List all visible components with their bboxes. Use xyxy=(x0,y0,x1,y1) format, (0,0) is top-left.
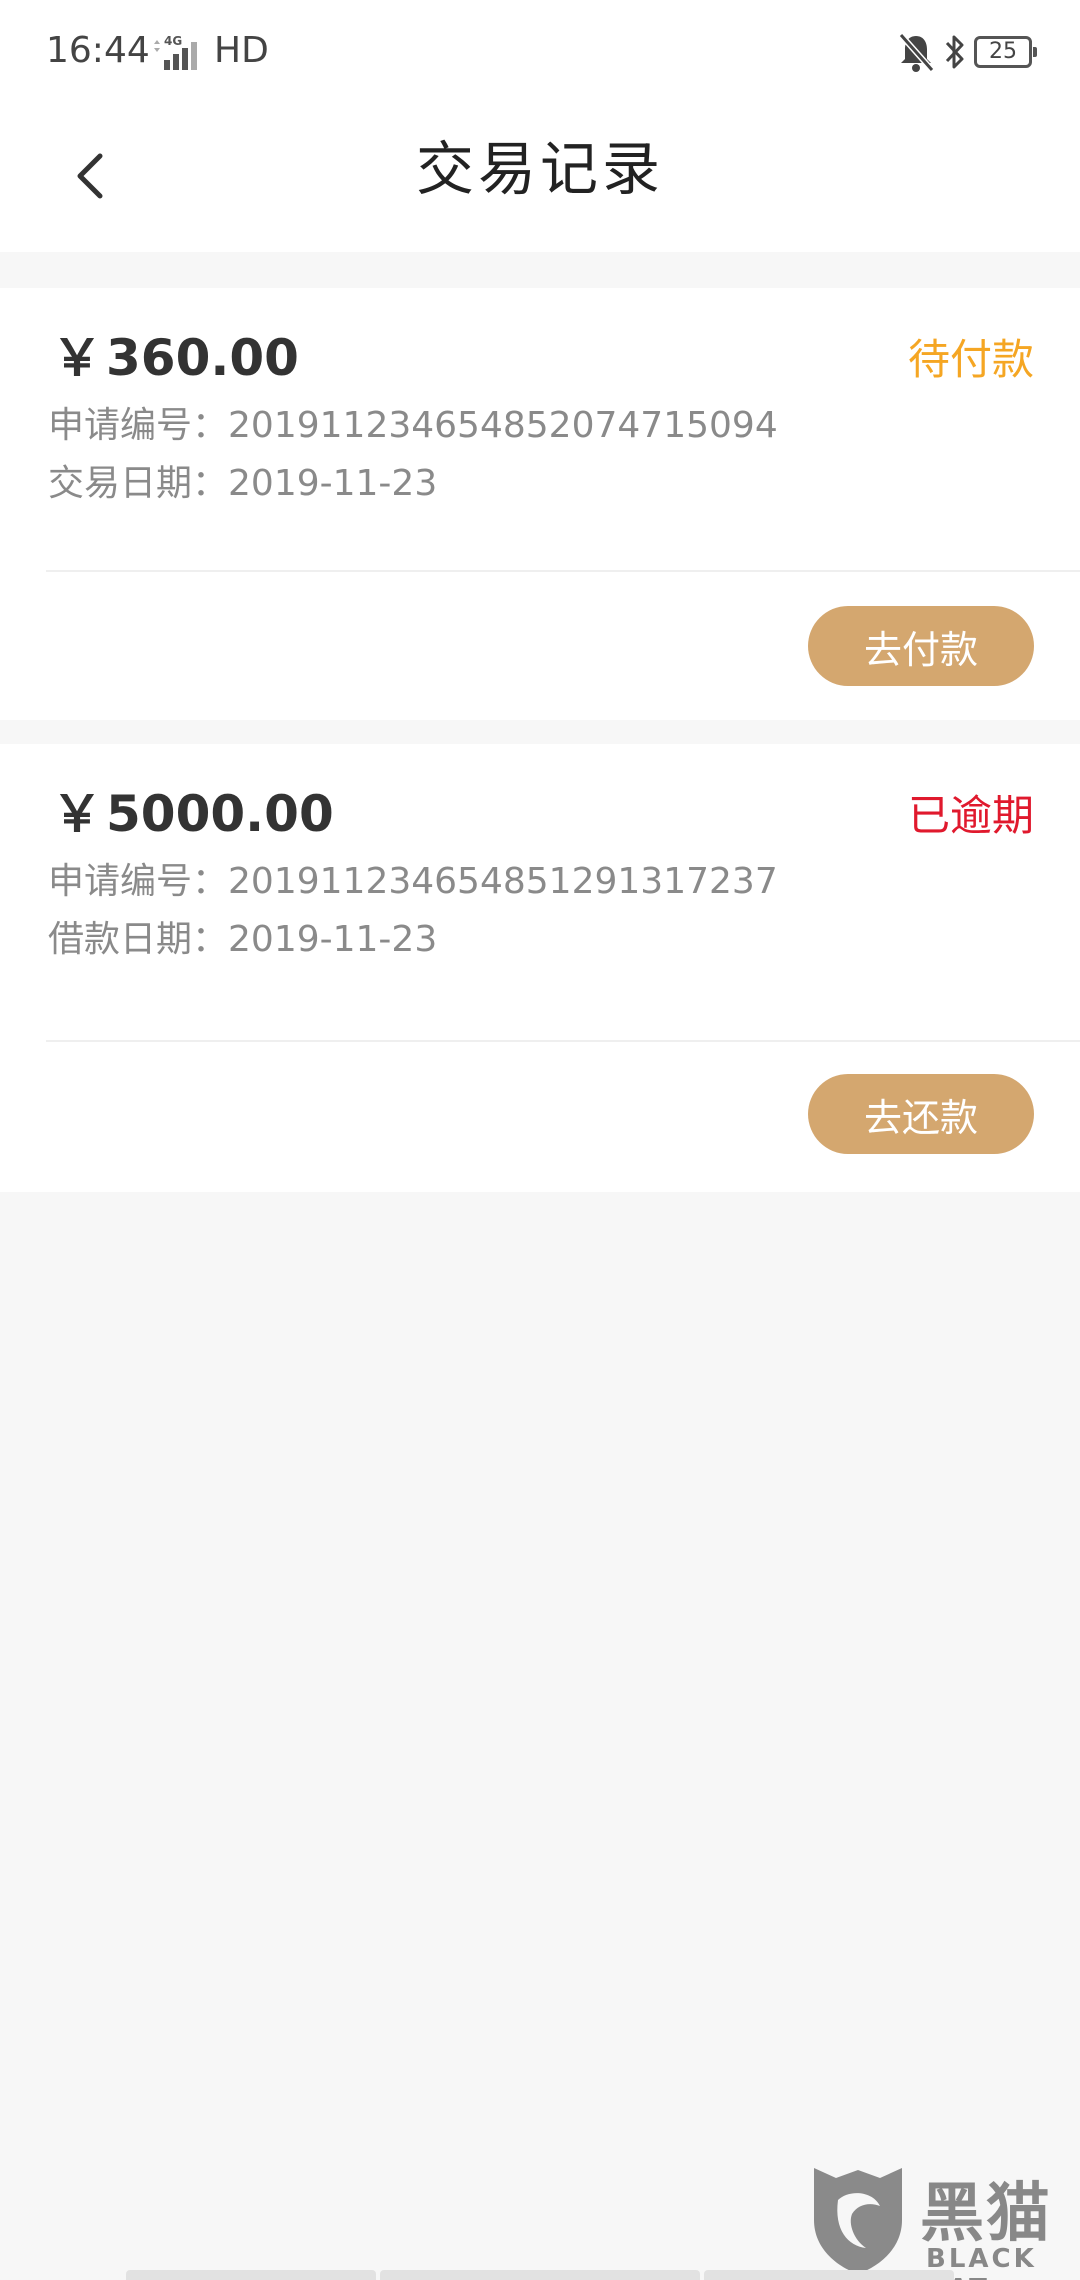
date-row: 借款日期：2019-11-23 xyxy=(48,910,437,962)
status-time: 16:44 xyxy=(46,30,150,71)
bottom-bar xyxy=(380,2270,700,2280)
battery-icon: 25 xyxy=(974,36,1037,68)
status-bar: 16:44 4G HD 25 xyxy=(0,0,1080,110)
hd-indicator: HD xyxy=(214,30,269,71)
date-value: 2019-11-23 xyxy=(228,463,438,504)
currency-symbol: ￥ xyxy=(52,329,102,387)
record-amount: ￥360.00 xyxy=(52,318,299,390)
date-label: 借款日期： xyxy=(48,919,229,960)
date-label: 交易日期： xyxy=(48,463,229,504)
application-id-value: 20191123465485207471509​4 xyxy=(228,405,778,446)
application-id-row: 申请编号：20191123465485207471509​4 xyxy=(48,396,778,448)
status-badge: 已逾期 xyxy=(907,791,1034,840)
currency-symbol: ￥ xyxy=(52,785,102,843)
page-title: 交易记录 xyxy=(415,135,664,203)
application-id-value: 201911234654851291317237 xyxy=(228,861,778,902)
repay-button[interactable]: 去还款 xyxy=(808,1074,1034,1154)
application-id-label: 申请编号： xyxy=(48,861,229,902)
status-badge: 待付款 xyxy=(907,335,1034,384)
amount-value: 360.00 xyxy=(106,329,299,387)
signal-icon: 4G xyxy=(154,34,197,70)
application-id-row: 申请编号：201911234654851291317237 xyxy=(48,852,778,904)
cat-logo-icon xyxy=(814,2168,902,2274)
nav-header: 交易记录 xyxy=(0,110,1080,252)
pay-button[interactable]: 去付款 xyxy=(808,606,1034,686)
svg-text:4G: 4G xyxy=(164,34,182,48)
record-card: ￥5000.00 已逾期 申请编号：2019112346548512913172… xyxy=(0,744,1080,1192)
watermark-text: 黑猫 xyxy=(920,2177,1052,2251)
watermark: 黑猫 BLACK CAT xyxy=(808,2160,1080,2280)
record-amount: ￥5000.00 xyxy=(52,774,334,846)
date-row: 交易日期：2019-11-23 xyxy=(48,454,437,506)
page: 16:44 4G HD 25 交易记录 ￥360.00 待付款 申请编号：201… xyxy=(0,0,1080,2280)
record-card: ￥360.00 待付款 申请编号：20191123465485207471509… xyxy=(0,288,1080,720)
amount-value: 5000.00 xyxy=(106,785,334,843)
bluetooth-icon xyxy=(945,35,964,69)
bottom-bar xyxy=(126,2270,376,2280)
application-id-label: 申请编号： xyxy=(48,405,229,446)
divider xyxy=(46,570,1080,572)
bell-muted-icon xyxy=(898,33,935,72)
date-value: 2019-11-23 xyxy=(228,919,438,960)
divider xyxy=(46,1040,1080,1042)
bottom-bar xyxy=(704,2270,954,2280)
